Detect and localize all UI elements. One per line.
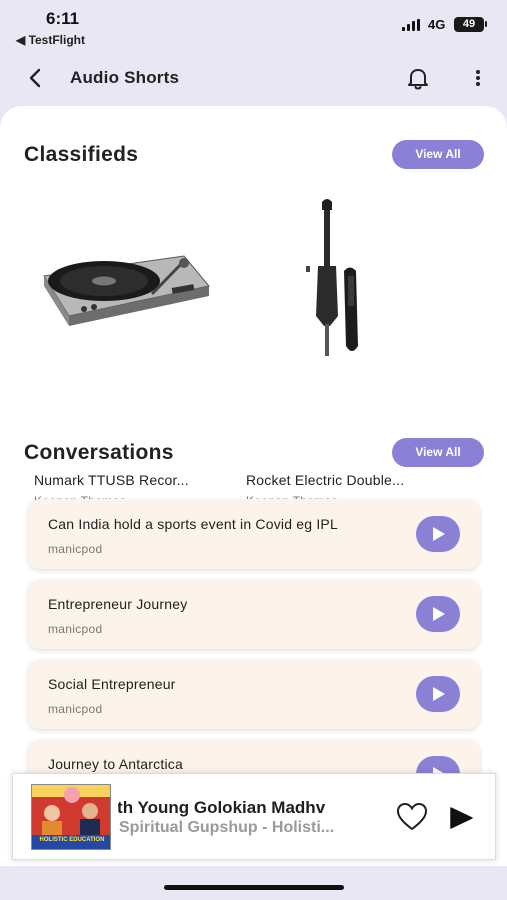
thumbnail-caption: HOLISTIC EDUCATION	[39, 837, 105, 843]
classified-name: Rocket Electric Double...	[246, 472, 405, 488]
classified-name: Numark TTUSB Recor...	[34, 472, 189, 488]
conversation-title: Journey to Antarctica	[48, 756, 183, 772]
content-sheet: Classifieds View All Numark TTUSB Recor.…	[0, 106, 507, 866]
mini-player[interactable]: HOLISTIC EDUCATION p with Young Golokian…	[12, 773, 496, 860]
conversation-card[interactable]: Can India hold a sports event in Covid e…	[28, 499, 480, 569]
status-time: 6:11	[46, 9, 80, 28]
conversations-heading: Conversations	[24, 441, 174, 464]
signal-icon	[402, 19, 420, 31]
classifieds-heading: Classifieds	[24, 143, 139, 166]
more-vertical-icon[interactable]	[468, 64, 488, 92]
heart-outline-icon[interactable]	[396, 802, 428, 832]
electric-double-bass-image	[246, 196, 436, 366]
app-bar: Audio Shorts	[0, 58, 507, 98]
back-to-app-link[interactable]: ◀ TestFlight	[16, 33, 85, 47]
turntable-image	[34, 206, 224, 376]
bell-icon[interactable]	[404, 64, 432, 92]
play-icon[interactable]	[416, 516, 460, 552]
network-type: 4G	[428, 17, 446, 32]
conversation-title: Social Entrepreneur	[48, 676, 176, 692]
battery-icon: 49	[454, 17, 484, 32]
home-indicator	[164, 885, 344, 890]
chevron-left-icon[interactable]	[22, 64, 50, 92]
conversation-card[interactable]: Entrepreneur Journey manicpod	[28, 579, 480, 649]
play-icon[interactable]	[416, 596, 460, 632]
conversation-author: manicpod	[48, 622, 103, 636]
play-icon[interactable]	[449, 807, 473, 829]
conversation-title: Can India hold a sports event in Covid e…	[48, 516, 338, 532]
conversation-card[interactable]: Social Entrepreneur manicpod	[28, 659, 480, 729]
now-playing-subtitle: Spiritual Gupshup - Holisti...	[119, 819, 335, 836]
play-icon[interactable]	[416, 676, 460, 712]
conversations-view-all-button[interactable]: View All	[392, 438, 484, 467]
conversation-title: Entrepreneur Journey	[48, 596, 188, 612]
conversation-author: manicpod	[48, 542, 103, 556]
episode-thumbnail: HOLISTIC EDUCATION	[31, 784, 111, 850]
page-title: Audio Shorts	[70, 68, 180, 87]
now-playing-title: p with Young Golokian Madhv	[118, 798, 326, 817]
classifieds-view-all-button[interactable]: View All	[392, 140, 484, 169]
conversation-author: manicpod	[48, 702, 103, 716]
status-bar: 6:11 ◀ TestFlight 4G 49	[0, 0, 507, 52]
battery-tip	[485, 21, 487, 27]
